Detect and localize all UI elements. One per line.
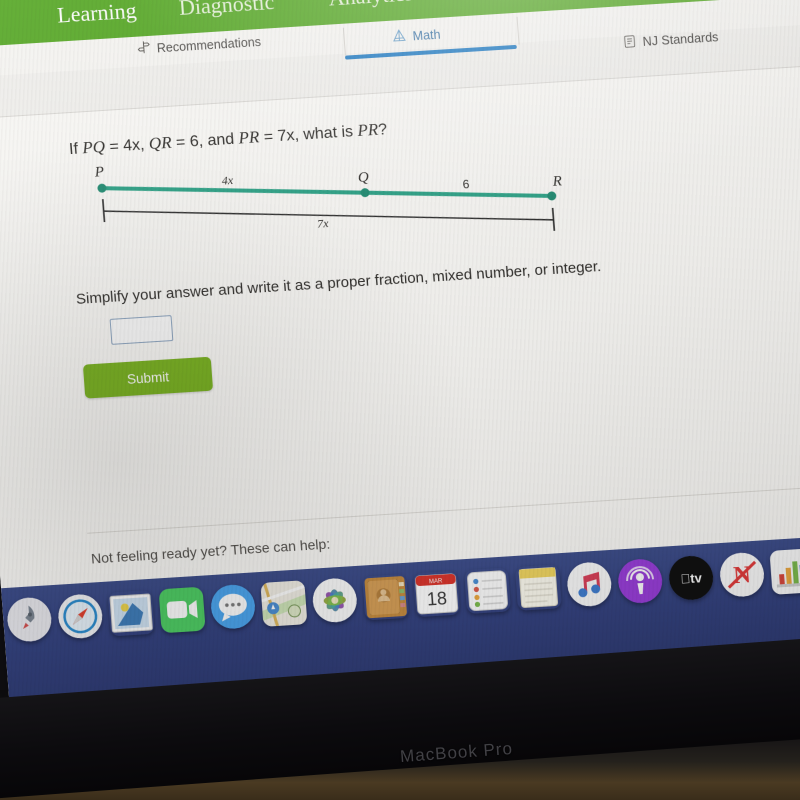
not-ready-label: Not feeling ready yet? These can help: bbox=[90, 535, 331, 567]
point-r bbox=[547, 191, 557, 201]
question-area: If PQ = 4x, QR = 6, and PR = 7x, what is… bbox=[0, 63, 800, 589]
dock-item-news[interactable]: N bbox=[718, 551, 765, 598]
label-p: P bbox=[93, 164, 104, 181]
dock-item-notes[interactable] bbox=[515, 564, 562, 611]
section-divider bbox=[87, 483, 800, 534]
nav-item-analytics[interactable]: Analytics bbox=[328, 0, 414, 12]
submit-button[interactable]: Submit bbox=[82, 356, 214, 399]
dock-item-music[interactable] bbox=[566, 561, 613, 608]
question-var-pq: PQ bbox=[81, 136, 106, 158]
nj-standards-label: NJ Standards bbox=[642, 30, 719, 49]
label-7x: 7x bbox=[317, 216, 330, 231]
dock-item-maps[interactable] bbox=[260, 580, 308, 627]
segment-pr-teal bbox=[99, 186, 554, 198]
dock-item-appletv[interactable]: tv bbox=[668, 555, 715, 602]
question-var-pr-2: PR bbox=[356, 119, 379, 140]
question-var-pr: PR bbox=[237, 127, 261, 148]
dock-item-mail[interactable] bbox=[108, 590, 155, 637]
svg-text:MAR: MAR bbox=[429, 579, 443, 586]
pyramid-icon bbox=[391, 28, 407, 47]
measure-tick-left bbox=[101, 199, 106, 223]
dock-item-contacts[interactable] bbox=[362, 574, 409, 621]
point-p bbox=[97, 183, 107, 193]
label-4x: 4x bbox=[221, 173, 234, 188]
recommendations-link[interactable]: Recommendations bbox=[136, 33, 261, 58]
answer-input[interactable] bbox=[109, 315, 174, 345]
question-part-5: ? bbox=[377, 121, 388, 139]
tab-math-label: Math bbox=[412, 27, 441, 44]
clipboard-icon bbox=[622, 33, 637, 52]
recommendations-label: Recommendations bbox=[156, 34, 262, 55]
dock-item-messages[interactable] bbox=[209, 583, 256, 630]
dock-item-podcasts[interactable] bbox=[617, 558, 664, 605]
dock-item-launchpad[interactable] bbox=[6, 596, 53, 643]
dock-item-numbers[interactable] bbox=[769, 548, 800, 595]
point-q bbox=[360, 188, 370, 198]
dock-item-photos[interactable] bbox=[311, 577, 358, 624]
laptop-screen: (Geometry practice) IXL bbox=[0, 0, 800, 736]
signpost-icon bbox=[136, 40, 151, 58]
dock-item-safari[interactable] bbox=[57, 593, 104, 640]
dock-item-calendar[interactable]: MAR 18 bbox=[413, 571, 460, 618]
question-var-qr: QR bbox=[148, 132, 173, 154]
laptop-photo: (Geometry practice) IXL bbox=[0, 0, 800, 800]
dock-item-facetime[interactable] bbox=[159, 587, 206, 634]
label-6: 6 bbox=[462, 177, 470, 191]
measure-tick-right bbox=[551, 207, 556, 231]
question-part-2: = 4x, bbox=[104, 136, 150, 156]
label-q: Q bbox=[357, 169, 369, 186]
nav-item-diagnostic[interactable]: Diagnostic bbox=[178, 0, 275, 21]
question-part-3: = 6, and bbox=[170, 130, 240, 152]
nav-item-learning[interactable]: Learning bbox=[56, 0, 137, 29]
label-r: R bbox=[551, 173, 562, 190]
dock-item-reminders[interactable] bbox=[464, 567, 511, 614]
svg-text:18: 18 bbox=[426, 588, 447, 609]
svg-text:tv: tv bbox=[680, 570, 703, 586]
tab-math[interactable]: Math bbox=[391, 26, 441, 47]
question-part-4: = 7x, what is bbox=[258, 123, 359, 147]
